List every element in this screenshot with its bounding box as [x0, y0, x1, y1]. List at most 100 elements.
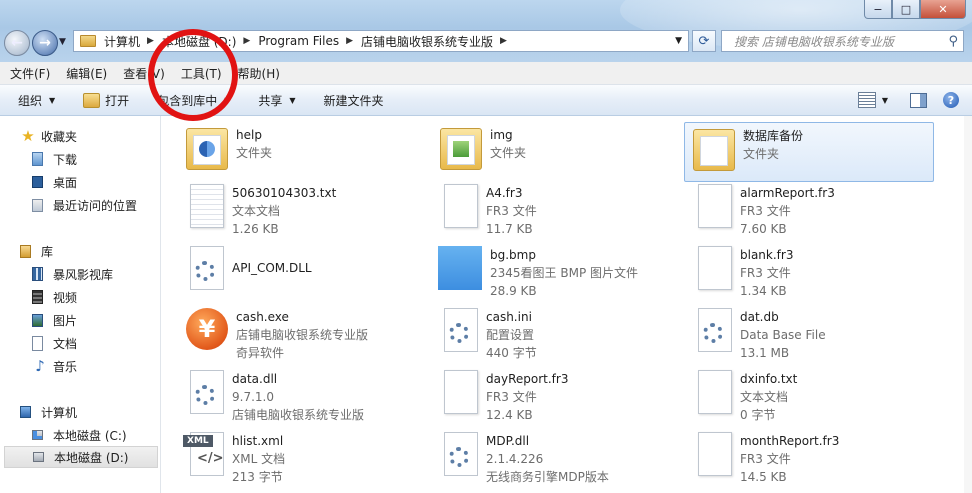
refresh-button[interactable]: ⟳ — [692, 30, 716, 52]
file-item-dat-db[interactable]: dat.db Data Base File 13.1 MB — [686, 304, 936, 364]
file-name: 50630104303.txt — [232, 186, 337, 200]
menu-view[interactable]: 查看(V) — [113, 65, 171, 82]
file-item-month-report[interactable]: monthReport.fr3 FR3 文件 14.5 KB — [686, 428, 936, 488]
view-dropdown-icon[interactable]: ▼ — [882, 96, 888, 105]
document-icon — [32, 335, 43, 351]
media-library-icon — [32, 267, 43, 281]
file-size: 11.7 KB — [486, 222, 533, 236]
image-thumbnail — [438, 246, 482, 290]
xml-tag-icon: XML — [183, 435, 213, 447]
nav-label: 视频 — [53, 290, 78, 305]
nav-computer[interactable]: 计算机 — [20, 401, 178, 423]
file-name: monthReport.fr3 — [740, 434, 840, 448]
back-button[interactable]: ← — [4, 30, 30, 56]
file-item-blank[interactable]: blank.fr3 FR3 文件 1.34 KB — [686, 242, 936, 302]
address-bar[interactable]: 计算机 ▶ 本地磁盘 (D:) ▶ Program Files ▶ 店铺电脑收银系统专… — [73, 30, 689, 52]
organize-button[interactable]: 组织 ▼ — [18, 92, 55, 109]
include-in-library-button[interactable]: 包含到库中 ▼ — [157, 92, 230, 109]
file-item-cash-ini[interactable]: cash.ini 配置设置 440 字节 — [432, 304, 682, 364]
menu-file[interactable]: 文件(F) — [0, 65, 56, 82]
breadcrumb-program-files[interactable]: Program Files ▶ — [258, 34, 353, 48]
breadcrumb-computer[interactable]: 计算机 ▶ — [104, 33, 154, 50]
change-view-icon[interactable] — [857, 92, 876, 108]
nav-drive-d[interactable]: 本地磁盘 (D:) — [4, 446, 158, 468]
file-item-data-dll[interactable]: data.dll 9.7.1.0 店铺电脑收银系统专业版 — [178, 366, 428, 426]
chevron-right-icon[interactable]: ▶ — [346, 36, 353, 46]
chevron-right-icon[interactable]: ▶ — [243, 36, 250, 46]
library-icon — [20, 244, 31, 258]
breadcrumb-current-folder[interactable]: 店铺电脑收银系统专业版 ▶ — [361, 33, 507, 50]
generic-file-icon — [444, 370, 478, 414]
image-badge-icon — [453, 141, 469, 157]
search-input[interactable]: 搜索 店铺电脑收银系统专业版 ⚲ — [721, 30, 964, 52]
breadcrumb-label: 店铺电脑收银系统专业版 — [361, 34, 494, 49]
file-item-hlist[interactable]: XML </> hlist.xml XML 文档 213 字节 — [178, 428, 428, 488]
file-size: 12.4 KB — [486, 408, 533, 422]
help-icon[interactable]: ? — [943, 92, 959, 108]
file-name: MDP.dll — [486, 434, 530, 448]
menu-tools[interactable]: 工具(T) — [171, 65, 228, 82]
refresh-icon: ⟳ — [698, 33, 710, 49]
menu-bar: 文件(F) 编辑(E) 查看(V) 工具(T) 帮助(H) — [0, 62, 972, 85]
menu-edit[interactable]: 编辑(E) — [56, 65, 113, 82]
file-name: bg.bmp — [490, 248, 536, 262]
file-size: 213 字节 — [232, 470, 283, 484]
menu-help[interactable]: 帮助(H) — [228, 65, 286, 82]
file-item-dxinfo[interactable]: dxinfo.txt 文本文档 0 字节 — [686, 366, 936, 426]
forward-button[interactable]: → — [32, 30, 58, 56]
share-button[interactable]: 共享 ▼ — [258, 92, 295, 109]
file-item-img[interactable]: img 文件夹 — [432, 122, 682, 182]
vertical-scrollbar[interactable] — [964, 116, 972, 493]
db-gear-icon — [698, 308, 732, 352]
file-item-cash-exe[interactable]: ¥ cash.exe 店铺电脑收银系统专业版 奇异软件 — [178, 304, 428, 364]
minimize-button[interactable]: − — [864, 0, 892, 19]
file-type: 2345看图王 BMP 图片文件 — [490, 266, 638, 280]
text-file-icon — [190, 184, 224, 228]
nav-favorites[interactable]: ★ 收藏夹 — [20, 125, 178, 147]
command-bar: 组织 ▼ 打开 包含到库中 ▼ 共享 ▼ 新建文件夹 ▼ ? — [0, 85, 972, 116]
preview-pane-icon[interactable] — [910, 92, 927, 108]
file-type: 文件夹 — [236, 146, 273, 160]
chevron-right-icon[interactable]: ▶ — [147, 36, 154, 46]
file-item-api-dll[interactable]: API_COM.DLL — [178, 242, 428, 302]
open-folder-icon — [83, 92, 101, 108]
window-controls: − □ ✕ — [864, 0, 966, 19]
file-item-a4[interactable]: A4.fr3 FR3 文件 11.7 KB — [432, 180, 682, 240]
file-version: 2.1.4.226 — [486, 452, 544, 466]
nav-libraries[interactable]: 库 — [20, 240, 178, 262]
recent-pages-dropdown[interactable]: ▼ — [59, 37, 66, 47]
file-item-txt[interactable]: 50630104303.txt 文本文档 1.26 KB — [178, 180, 428, 240]
file-name: dxinfo.txt — [740, 372, 798, 386]
breadcrumb-drive-d[interactable]: 本地磁盘 (D:) ▶ — [162, 33, 250, 50]
file-name: cash.exe — [236, 310, 289, 324]
file-item-alarm[interactable]: alarmReport.fr3 FR3 文件 7.60 KB — [686, 180, 936, 240]
nav-label: 库 — [41, 244, 54, 259]
folder-icon — [693, 129, 735, 171]
file-description: 店铺电脑收银系统专业版 — [236, 328, 369, 342]
file-item-mdp-dll[interactable]: MDP.dll 2.1.4.226 无线商务引擎MDP版本 — [432, 428, 682, 488]
address-dropdown-icon[interactable]: ▼ — [675, 36, 682, 46]
code-icon: </> — [197, 451, 224, 466]
close-button[interactable]: ✕ — [920, 0, 966, 19]
file-item-bg[interactable]: bg.bmp 2345看图王 BMP 图片文件 28.9 KB — [432, 242, 682, 302]
file-name: dat.db — [740, 310, 779, 324]
file-item-help[interactable]: help 文件夹 — [178, 122, 428, 182]
search-icon[interactable]: ⚲ — [948, 34, 958, 49]
chevron-right-icon[interactable]: ▶ — [500, 36, 507, 46]
maximize-button[interactable]: □ — [892, 0, 920, 19]
file-name: data.dll — [232, 372, 278, 386]
generic-file-icon — [698, 432, 732, 476]
nav-label: 文档 — [53, 336, 78, 351]
open-button[interactable]: 打开 — [83, 92, 129, 109]
music-note-icon: ♪ — [35, 357, 45, 375]
arrow-left-icon: ← — [11, 35, 23, 51]
nav-label: 下载 — [53, 152, 78, 167]
dll-gear-icon — [444, 432, 478, 476]
star-icon: ★ — [21, 127, 35, 145]
desktop-icon — [32, 176, 43, 188]
file-item-db-backup[interactable]: 数据库备份 文件夹 — [684, 122, 934, 182]
file-type: Data Base File — [740, 328, 826, 342]
nav-label: 暴风影视库 — [53, 267, 114, 282]
file-item-day-report[interactable]: dayReport.fr3 FR3 文件 12.4 KB — [432, 366, 682, 426]
new-folder-button[interactable]: 新建文件夹 — [324, 92, 384, 109]
